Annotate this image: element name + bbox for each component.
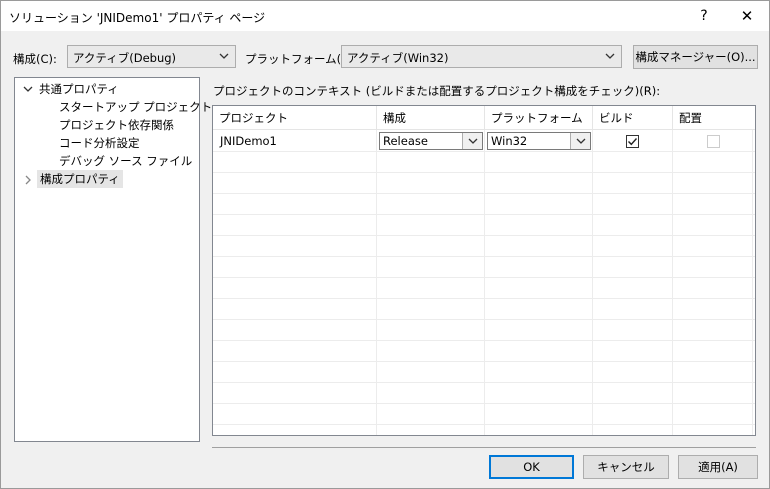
close-button[interactable]: ✕ [727, 1, 767, 31]
column-header-config[interactable]: 構成 [377, 106, 485, 130]
tree-item-configuration-properties[interactable]: 構成プロパティ [37, 170, 123, 188]
property-tree: 共通プロパティ スタートアップ プロジェクト プロジェクト依存関係 コード分析設… [14, 77, 212, 442]
grid-divider [213, 277, 755, 278]
grid-divider [213, 172, 755, 173]
grid-divider [213, 319, 755, 320]
grid-divider [376, 130, 377, 435]
config-label: 構成(C): [13, 52, 57, 66]
platform-label: プラットフォーム(P): [245, 52, 357, 66]
config-select[interactable]: アクティブ(Debug) [67, 45, 236, 68]
project-context-grid: プロジェクト 構成 プラットフォーム ビルド 配置 JNIDemo1 Relea… [212, 105, 756, 436]
grid-divider [213, 382, 755, 383]
cancel-button[interactable]: キャンセル [583, 455, 669, 479]
help-button[interactable]: ? [684, 1, 724, 31]
column-header-platform[interactable]: プラットフォーム [485, 106, 593, 130]
tree-item-common-properties[interactable]: 共通プロパティ [39, 80, 119, 98]
chevron-down-icon [576, 138, 586, 144]
chevron-down-icon[interactable] [23, 84, 33, 94]
check-icon [628, 138, 638, 146]
chevron-down-icon [219, 53, 229, 59]
title-bar: ソリューション 'JNIDemo1' プロパティ ページ ? ✕ [1, 1, 769, 31]
tree-item-debug-source-files[interactable]: デバッグ ソース ファイル [59, 152, 192, 170]
row-platform-select[interactable]: Win32 [487, 132, 591, 150]
table-row-project: JNIDemo1 [220, 134, 277, 148]
dropdown-button[interactable] [570, 133, 590, 149]
grid-divider [213, 214, 755, 215]
grid-divider [484, 130, 485, 435]
window-title: ソリューション 'JNIDemo1' プロパティ ページ [9, 11, 266, 25]
chevron-right-icon[interactable] [23, 175, 33, 185]
row-platform-value: Win32 [491, 134, 528, 148]
row-config-select[interactable]: Release [379, 132, 483, 150]
grid-divider [752, 130, 753, 435]
grid-divider [213, 424, 755, 425]
grid-divider [213, 340, 755, 341]
grid-divider [213, 361, 755, 362]
tree-item-code-analysis[interactable]: コード分析設定 [59, 134, 140, 152]
grid-divider [213, 193, 755, 194]
grid-divider [592, 130, 593, 435]
footer-separator [212, 447, 756, 448]
close-icon: ✕ [740, 7, 754, 25]
row-config-value: Release [383, 134, 428, 148]
tree-item-project-dependencies[interactable]: プロジェクト依存関係 [59, 116, 174, 134]
chevron-down-icon [605, 53, 615, 59]
context-label: プロジェクトのコンテキスト (ビルドまたは配置するプロジェクト構成をチェック)(… [213, 84, 661, 98]
chevron-down-icon [468, 138, 478, 144]
dropdown-button[interactable] [462, 133, 482, 149]
tree-item-startup-project[interactable]: スタートアップ プロジェクト [59, 98, 212, 116]
grid-divider [213, 256, 755, 257]
config-select-value: アクティブ(Debug) [73, 51, 177, 65]
column-header-build[interactable]: ビルド [593, 106, 673, 130]
grid-divider [213, 298, 755, 299]
platform-select-value: アクティブ(Win32) [347, 51, 449, 65]
build-checkbox[interactable] [626, 135, 639, 148]
grid-divider [672, 130, 673, 435]
column-header-deploy[interactable]: 配置 [673, 106, 755, 130]
property-pages-dialog: ソリューション 'JNIDemo1' プロパティ ページ ? ✕ 構成(C): … [0, 0, 770, 489]
deploy-checkbox[interactable] [707, 135, 720, 148]
grid-divider [213, 403, 755, 404]
ok-button[interactable]: OK [489, 455, 574, 479]
help-icon: ? [700, 8, 708, 24]
platform-select[interactable]: アクティブ(Win32) [341, 45, 622, 68]
grid-divider [213, 235, 755, 236]
apply-button[interactable]: 適用(A) [678, 455, 758, 479]
config-manager-button[interactable]: 構成マネージャー(O)... [633, 45, 758, 69]
column-header-project[interactable]: プロジェクト [213, 106, 377, 130]
grid-divider [213, 151, 755, 152]
